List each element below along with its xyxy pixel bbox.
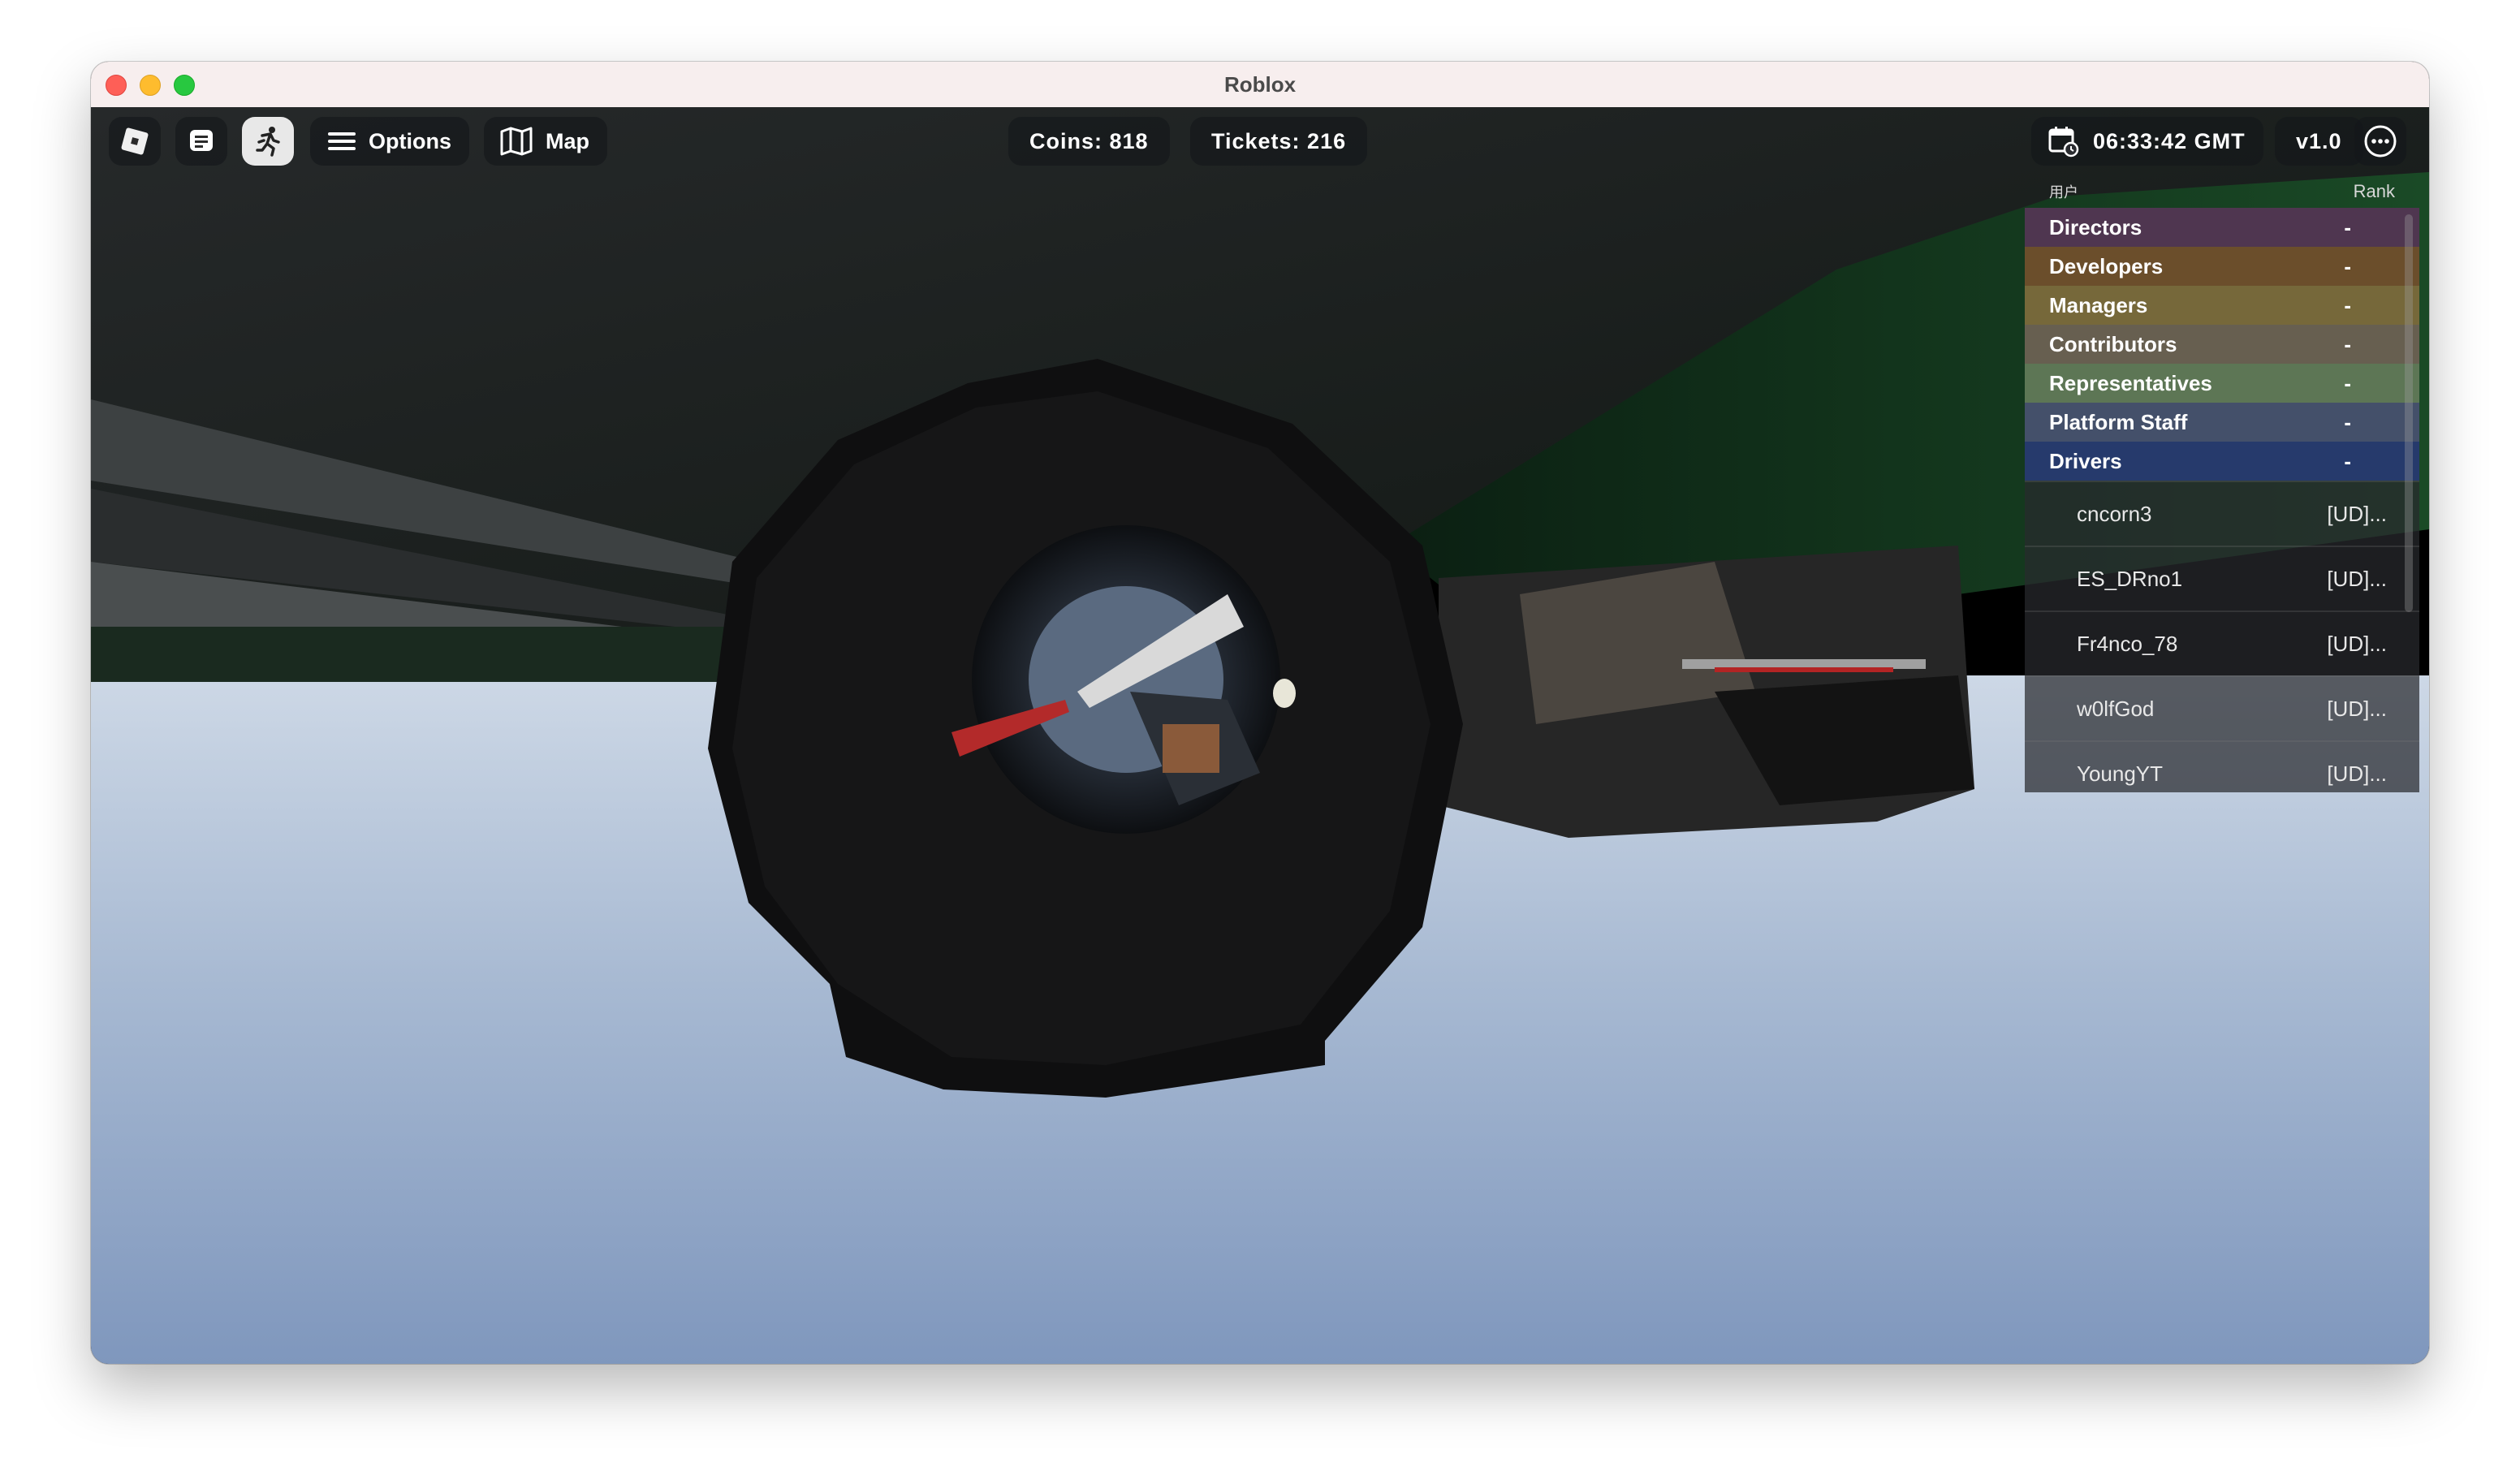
player-list-body[interactable]: Directors - Developers - Managers - Contributo… <box>2025 208 2419 792</box>
player-name: YoungYT <box>2077 761 2164 786</box>
column-user: 用户 <box>2049 184 2078 201</box>
version-text: v1.0 <box>2296 128 2342 153</box>
minimize-window-button[interactable] <box>140 75 161 96</box>
options-button[interactable]: Options <box>310 117 469 166</box>
chat-icon <box>190 130 213 151</box>
player-name: Fr4nco_78 <box>2077 631 2178 656</box>
player-row[interactable]: w0lfGod [UD]... <box>2025 675 2419 740</box>
player-name: ES_DRno1 <box>2077 566 2183 591</box>
column-rank: Rank <box>2353 181 2395 201</box>
map-icon <box>500 127 533 156</box>
player-rank: [UD]... <box>2327 566 2387 591</box>
map-button[interactable]: Map <box>484 117 607 166</box>
team-rank-value: - <box>2344 253 2351 278</box>
window-controls <box>106 75 195 96</box>
team-rank-value: - <box>2344 331 2351 356</box>
player-rank: [UD]... <box>2327 696 2387 721</box>
player-name: w0lfGod <box>2077 696 2155 721</box>
server-time-display: 06:33:42 GMT <box>2031 117 2263 166</box>
options-label: Options <box>369 128 451 153</box>
roblox-menu-button[interactable] <box>109 117 161 166</box>
coins-text: Coins: 818 <box>1029 128 1149 153</box>
hamburger-menu-icon <box>328 132 356 150</box>
player-rank: [UD]... <box>2327 761 2387 786</box>
player-row[interactable]: cncorn3 [UD]... <box>2025 481 2419 546</box>
server-time-text: 06:33:42 GMT <box>2093 128 2246 153</box>
title-bar: Roblox <box>91 62 2429 108</box>
player-row[interactable]: ES_DRno1 [UD]... <box>2025 546 2419 610</box>
team-rank-value: - <box>2344 214 2351 239</box>
player-name: cncorn3 <box>2077 501 2152 526</box>
team-row[interactable]: Developers - <box>2025 247 2419 286</box>
map-label: Map <box>546 128 589 153</box>
window-title: Roblox <box>1223 71 1297 97</box>
team-rank-value: - <box>2344 292 2351 317</box>
team-name: Representatives <box>2049 370 2212 395</box>
close-window-button[interactable] <box>106 75 127 96</box>
more-button[interactable] <box>2354 117 2406 166</box>
player-list-header: 用户 Rank <box>2025 175 2419 208</box>
team-row[interactable]: Managers - <box>2025 286 2419 325</box>
team-row[interactable]: Directors - <box>2025 208 2419 247</box>
coins-display: Coins: 818 <box>1008 117 1170 166</box>
team-row[interactable]: Platform Staff - <box>2025 403 2419 442</box>
chat-button[interactable] <box>175 117 227 166</box>
player-list-scrollbar[interactable] <box>2405 214 2413 612</box>
tickets-text: Tickets: 216 <box>1211 128 1347 153</box>
zoom-window-button[interactable] <box>174 75 195 96</box>
calendar-clock-icon <box>2048 127 2079 157</box>
game-viewport[interactable]: Options Map Coins: 818 Tickets: 216 06:3… <box>91 107 2429 1364</box>
more-ellipsis-icon <box>2364 125 2397 157</box>
tickets-display: Tickets: 216 <box>1190 117 1368 166</box>
team-rank-value: - <box>2344 409 2351 434</box>
running-person-icon <box>256 127 280 157</box>
player-row[interactable]: Fr4nco_78 [UD]... <box>2025 610 2419 675</box>
team-rank-value: - <box>2344 370 2351 395</box>
team-name: Managers <box>2049 292 2148 317</box>
team-row[interactable]: Representatives - <box>2025 364 2419 403</box>
team-rank-value: - <box>2344 448 2351 473</box>
player-row[interactable]: YoungYT [UD]... <box>2025 740 2419 792</box>
player-rank: [UD]... <box>2327 631 2387 656</box>
team-name: Drivers <box>2049 448 2122 473</box>
roblox-logo-icon <box>121 127 149 155</box>
player-rank: [UD]... <box>2327 501 2387 526</box>
team-row[interactable]: Drivers - <box>2025 442 2419 481</box>
emote-run-button[interactable] <box>242 117 294 166</box>
version-display: v1.0 <box>2275 117 2363 166</box>
team-name: Contributors <box>2049 331 2177 356</box>
team-name: Platform Staff <box>2049 409 2188 434</box>
team-name: Directors <box>2049 214 2142 239</box>
team-row[interactable]: Contributors - <box>2025 325 2419 364</box>
team-name: Developers <box>2049 253 2164 278</box>
roblox-window: Roblox Options Map Coins: 818 Tickets: 2… <box>91 62 2429 1364</box>
player-list: 用户 Rank Directors - Developers - Managers - Co… <box>2025 175 2419 792</box>
